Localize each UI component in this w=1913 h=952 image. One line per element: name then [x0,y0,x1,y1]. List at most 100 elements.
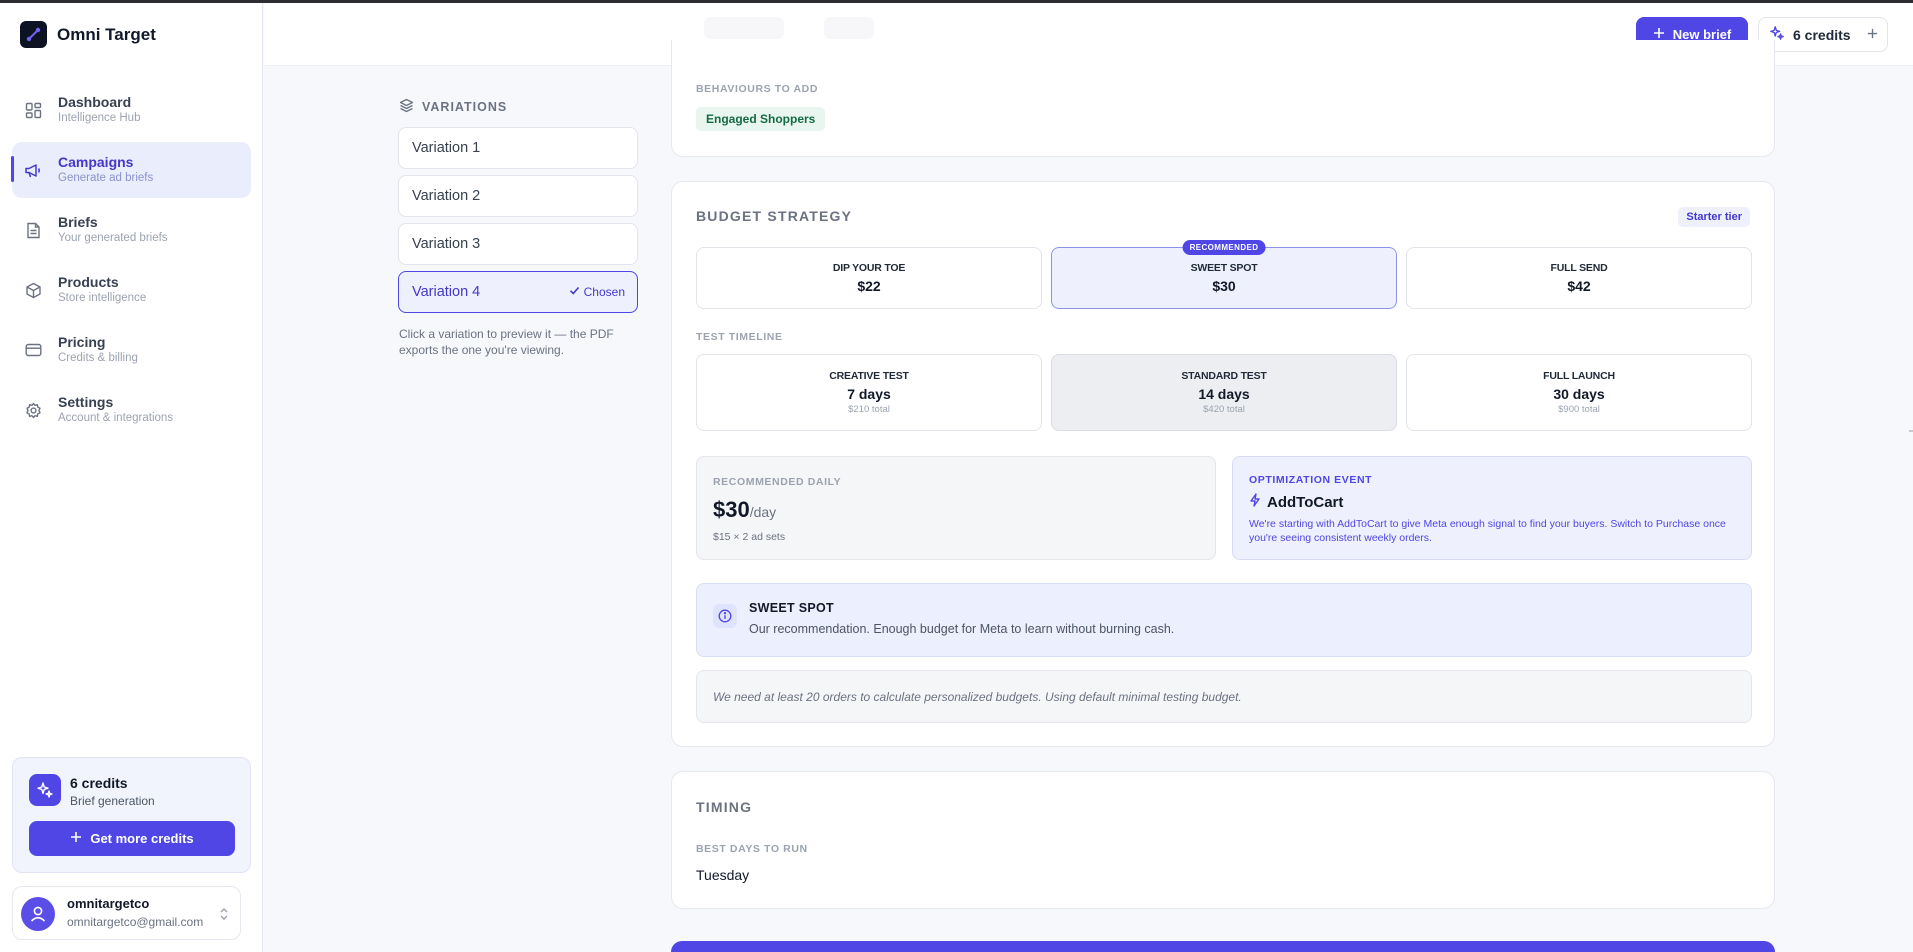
chosen-label: Chosen [583,285,625,299]
box-icon [24,281,42,299]
test-timeline-label: TEST TIMELINE [696,331,783,343]
brand[interactable]: Omni Target [20,21,156,48]
budget-option-sweet-spot[interactable]: RECOMMENDED SWEET SPOT $30 [1051,240,1397,309]
get-more-credits-label: Get more credits [90,831,194,846]
export-pdf-button[interactable] [671,941,1775,952]
sidebar-item-sub: Store intelligence [58,292,147,304]
layers-icon [399,98,414,116]
budget-option-full-send[interactable]: FULL SEND $42 [1406,247,1752,309]
behaviours-label: BEHAVIOURS TO ADD [696,83,819,95]
document-icon [24,221,42,239]
variation-label: Variation 2 [412,188,481,204]
variation-1[interactable]: Variation 1 [398,127,638,169]
budget-option-dip-your-toe[interactable]: DIP YOUR TOE $22 [696,247,1042,309]
credits-count: 6 credits [70,775,128,791]
credits-sub: Brief generation [70,794,155,808]
user-menu[interactable]: omnitargetco omnitargetco@gmail.com [12,886,241,940]
timing-card: TIMING BEST DAYS TO RUN Tuesday [671,771,1775,909]
sidebar-item-campaigns[interactable]: Campaigns Generate ad briefs [11,142,251,198]
timing-title: TIMING [696,799,753,815]
best-days-value: Tuesday [696,867,750,883]
daily-unit: /day [749,504,777,520]
window-top-edge [0,0,1913,3]
sidebar-item-dashboard[interactable]: Dashboard Intelligence Hub [12,82,251,138]
variation-2[interactable]: Variation 2 [398,175,638,217]
plus-icon[interactable] [1867,26,1878,44]
sidebar-item-label: Pricing [58,334,106,350]
sidebar-item-settings[interactable]: Settings Account & integrations [12,382,251,438]
sidebar-item-sub: Credits & billing [58,352,138,364]
variation-4[interactable]: Variation 4 Chosen [398,271,638,313]
grid-icon [24,101,42,119]
recommended-daily-label: RECOMMENDED DAILY [713,476,842,488]
variations-help-text: Click a variation to preview it — the PD… [399,327,614,357]
timeline-option-label: STANDARD TEST [1181,370,1267,382]
timeline-option-label: CREATIVE TEST [829,370,909,382]
credits-pill[interactable]: 6 credits [1758,17,1888,52]
faded-header-element [824,17,874,39]
faded-header-element [704,17,784,39]
behaviours-card: BEHAVIOURS TO ADD Engaged Shoppers [671,40,1775,157]
chevron-up-down-icon [218,905,230,923]
variation-label: Variation 1 [412,140,481,156]
sidebar-item-label: Settings [58,394,114,410]
gear-icon [24,401,42,419]
get-more-credits-button[interactable]: Get more credits [29,821,235,856]
scrollbar[interactable] [1909,430,1913,432]
recommended-daily-value: $30/day [713,497,776,523]
timeline-option-full-launch[interactable]: FULL LAUNCH 30 days $900 total [1406,354,1752,431]
logo-icon [20,21,47,48]
sidebar-item-label: Campaigns [58,154,134,170]
sidebar-item-sub: Your generated briefs [58,232,168,244]
credits-pill-label: 6 credits [1793,26,1851,43]
daily-amount: $30 [713,497,750,522]
budget-option-value: $42 [1567,278,1591,294]
timeline-option-standard-test[interactable]: STANDARD TEST 14 days $420 total [1051,354,1397,431]
timeline-option-total: $210 total [848,404,890,415]
sidebar-item-label: Products [58,274,119,290]
timeline-option-creative-test[interactable]: CREATIVE TEST 7 days $210 total [696,354,1042,431]
sidebar-item-sub: Account & integrations [58,412,174,424]
variation-label: Variation 3 [412,236,481,252]
best-days-label: BEST DAYS TO RUN [696,843,808,855]
recommended-badge: RECOMMENDED [1182,240,1266,255]
timeline-option-value: 30 days [1553,386,1605,402]
sweet-spot-description: Our recommendation. Enough budget for Me… [749,622,1175,636]
lightning-icon [1249,493,1261,511]
optimization-event-description: We're starting with AddToCart to give Me… [1249,518,1726,544]
timeline-option-value: 14 days [1198,386,1250,402]
variation-label: Variation 4 [412,284,481,300]
budget-strategy-card: BUDGET STRATEGY Starter tier DIP YOUR TO… [671,181,1775,747]
sidebar-item-products[interactable]: Products Store intelligence [12,262,251,318]
timeline-option-label: FULL LAUNCH [1543,370,1615,382]
avatar [21,897,55,931]
timeline-option-total: $900 total [1558,404,1600,415]
optimization-event-box: OPTIMIZATION EVENT AddToCart We're start… [1232,456,1752,560]
sparkles-icon [29,774,61,806]
app-name: Omni Target [57,24,156,44]
chosen-badge: Chosen [569,285,625,299]
budget-option-value: $22 [857,278,881,294]
user-name: omnitargetco [67,896,150,911]
plus-icon [70,831,82,846]
sidebar-item-label: Dashboard [58,94,132,110]
sidebar-item-pricing[interactable]: Pricing Credits & billing [12,322,251,378]
optimization-event-name: AddToCart [1249,493,1343,511]
sweet-spot-callout: SWEET SPOT Our recommendation. Enough bu… [696,583,1752,657]
check-icon [569,285,580,299]
budget-option-label: SWEET SPOT [1190,262,1258,274]
budget-option-label: FULL SEND [1550,262,1608,274]
budget-option-label: DIP YOUR TOE [832,262,906,274]
sidebar-item-sub: Generate ad briefs [58,172,154,184]
timeline-option-value: 7 days [847,386,891,402]
variation-3[interactable]: Variation 3 [398,223,638,265]
timeline-option-total: $420 total [1203,404,1245,415]
variations-heading-label: VARIATIONS [422,100,508,114]
budget-option-value: $30 [1212,278,1236,294]
sidebar-nav: Dashboard Intelligence Hub Campaigns Gen… [11,82,251,442]
sidebar-item-label: Briefs [58,214,98,230]
recommended-daily-box: RECOMMENDED DAILY $30/day $15 × 2 ad set… [696,456,1216,560]
event-name-text: AddToCart [1267,493,1344,511]
budget-strategy-title: BUDGET STRATEGY [696,208,853,224]
sidebar-item-briefs[interactable]: Briefs Your generated briefs [12,202,251,258]
